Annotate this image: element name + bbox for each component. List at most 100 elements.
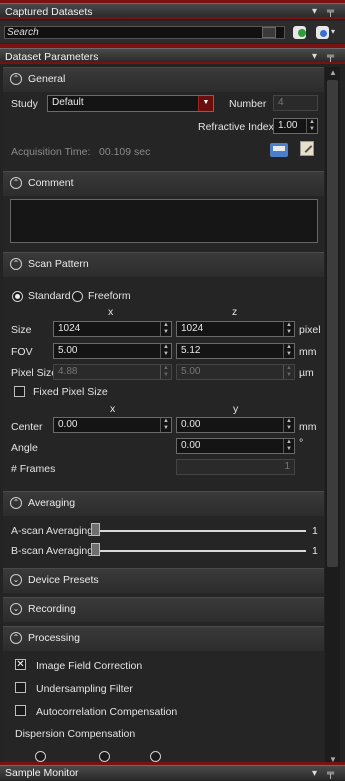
edit-note-icon[interactable] <box>300 141 314 156</box>
autocorrelation-compensation-checkbox[interactable] <box>15 705 26 716</box>
dispersion-compensation-label: Dispersion Compensation <box>15 728 136 740</box>
study-value: Default <box>52 97 84 108</box>
section-averaging[interactable]: ⌃ Averaging <box>3 491 324 516</box>
section-device-presets[interactable]: ⌄ Device Presets <box>3 568 324 593</box>
standard-radio[interactable] <box>12 291 23 302</box>
pin-icon[interactable]: ╤ <box>327 4 334 20</box>
freeform-label: Freeform <box>88 290 131 302</box>
pin-icon[interactable]: ╤ <box>327 49 334 65</box>
spin-arrows-icon[interactable]: ▲ ▼ <box>160 322 171 336</box>
freeform-radio[interactable] <box>72 291 83 302</box>
frames-field: 1 <box>176 459 295 475</box>
center-y-field[interactable]: 0.00 ▲ ▼ <box>176 417 295 433</box>
scroll-up-arrow[interactable]: ▲ <box>329 68 337 77</box>
dispersion-option-radio-1[interactable] <box>35 751 46 762</box>
refractive-index-label: Refractive Index <box>198 121 274 133</box>
column-header-x: x <box>108 306 114 318</box>
spin-arrows-icon: ▲ ▼ <box>283 365 294 379</box>
pixel-size-unit: µm <box>299 367 314 379</box>
chevron-down-icon[interactable]: ▾ <box>312 766 317 781</box>
spin-arrows-icon[interactable]: ▲ ▼ <box>283 344 294 358</box>
angle-value: 0.00 <box>181 440 201 451</box>
pin-icon[interactable]: ╤ <box>327 766 334 781</box>
section-recording[interactable]: ⌄ Recording <box>3 597 324 622</box>
undersampling-filter-checkbox[interactable] <box>15 682 26 693</box>
fov-z-field[interactable]: 5.12 ▲ ▼ <box>176 343 295 359</box>
chevron-down-icon[interactable]: ▾ <box>312 4 317 20</box>
pixel-size-z-value: 5.00 <box>181 366 201 377</box>
collapse-icon[interactable]: ⌃ <box>10 497 22 509</box>
standard-label: Standard <box>28 290 71 302</box>
column-header-x2: x <box>110 403 116 415</box>
column-header-y: y <box>233 403 239 415</box>
size-unit: pixel <box>299 324 321 336</box>
section-device-presets-label: Device Presets <box>28 574 99 586</box>
size-x-field[interactable]: 1024 ▲ ▼ <box>53 321 172 337</box>
ascan-slider-track[interactable] <box>92 530 306 532</box>
section-general[interactable]: ⌃ General <box>3 67 324 92</box>
collapse-icon[interactable]: ⌃ <box>10 177 22 189</box>
spin-arrows-icon[interactable]: ▲ ▼ <box>160 418 171 432</box>
undersampling-filter-label: Undersampling Filter <box>36 683 133 695</box>
fov-unit: mm <box>299 346 317 358</box>
image-field-correction-checkbox[interactable]: ✕ <box>15 659 26 670</box>
spin-arrows-icon: ▲ ▼ <box>160 365 171 379</box>
dispersion-option-radio-2[interactable] <box>99 751 110 762</box>
fov-label: FOV <box>11 346 33 358</box>
angle-field[interactable]: 0.00 ▲ ▼ <box>176 438 295 454</box>
section-processing[interactable]: ⌃ Processing <box>3 626 324 651</box>
spin-arrows-icon[interactable]: ▲ ▼ <box>306 119 317 133</box>
fov-z-value: 5.12 <box>181 345 201 356</box>
study-select[interactable]: Default ▼ <box>47 95 214 112</box>
fixed-pixel-size-label: Fixed Pixel Size <box>33 386 108 398</box>
sample-monitor-title: Sample Monitor <box>5 767 79 779</box>
add-dataset-icon[interactable] <box>293 26 306 39</box>
search-placeholder: Search <box>7 27 39 38</box>
bscan-slider-handle[interactable] <box>91 543 100 556</box>
spin-arrows-icon[interactable]: ▲ ▼ <box>160 344 171 358</box>
number-field: 4 <box>273 95 318 111</box>
dataset-parameters-title: Dataset Parameters <box>5 51 99 63</box>
search-input[interactable]: Search <box>4 26 285 39</box>
collapse-icon[interactable]: ⌃ <box>10 73 22 85</box>
chevron-down-icon[interactable]: ▼ <box>198 96 213 111</box>
captured-datasets-title: Captured Datasets <box>5 6 93 18</box>
scrollbar-thumb[interactable] <box>327 80 338 567</box>
refractive-index-field[interactable]: 1.00 ▲ ▼ <box>273 118 318 134</box>
center-x-value: 0.00 <box>58 419 78 430</box>
image-field-correction-label: Image Field Correction <box>36 660 143 672</box>
comment-textarea[interactable] <box>10 199 318 243</box>
ascan-slider-handle[interactable] <box>91 523 100 536</box>
chevron-down-icon[interactable]: ▾ <box>312 49 317 65</box>
size-z-value: 1024 <box>181 323 204 334</box>
fov-x-field[interactable]: 5.00 ▲ ▼ <box>53 343 172 359</box>
expand-icon[interactable]: ⌄ <box>10 574 22 586</box>
ascan-averaging-value: 1 <box>312 525 318 537</box>
bscan-slider-track[interactable] <box>92 550 306 552</box>
collapse-icon[interactable]: ⌃ <box>10 632 22 644</box>
fixed-pixel-size-checkbox[interactable] <box>14 386 25 397</box>
print-icon[interactable] <box>270 143 288 157</box>
acquisition-time-label: Acquisition Time: <box>11 146 91 158</box>
spin-arrows-icon[interactable]: ▲ ▼ <box>283 439 294 453</box>
acquisition-time-value: 00.109 sec <box>99 146 151 158</box>
center-unit: mm <box>299 421 317 433</box>
section-comment[interactable]: ⌃ Comment <box>3 171 324 196</box>
export-dataset-icon[interactable] <box>316 26 329 39</box>
pixel-size-x-field: 4.88 ▲ ▼ <box>53 364 172 380</box>
spin-arrows-icon[interactable]: ▲ ▼ <box>283 418 294 432</box>
angle-unit: ° <box>299 437 304 449</box>
expand-icon[interactable]: ⌄ <box>10 603 22 615</box>
number-value: 4 <box>278 97 284 108</box>
export-dropdown-icon[interactable]: ▾ <box>331 27 335 36</box>
search-button[interactable] <box>262 27 276 38</box>
dispersion-option-radio-3[interactable] <box>150 751 161 762</box>
spin-arrows-icon[interactable]: ▲ ▼ <box>283 322 294 336</box>
sample-monitor-titlebar: Sample Monitor ▾ ╤ <box>0 765 345 780</box>
collapse-icon[interactable]: ⌃ <box>10 258 22 270</box>
section-scan-pattern[interactable]: ⌃ Scan Pattern <box>3 252 324 277</box>
size-z-field[interactable]: 1024 ▲ ▼ <box>176 321 295 337</box>
center-y-value: 0.00 <box>181 419 201 430</box>
bscan-averaging-value: 1 <box>312 545 318 557</box>
center-x-field[interactable]: 0.00 ▲ ▼ <box>53 417 172 433</box>
